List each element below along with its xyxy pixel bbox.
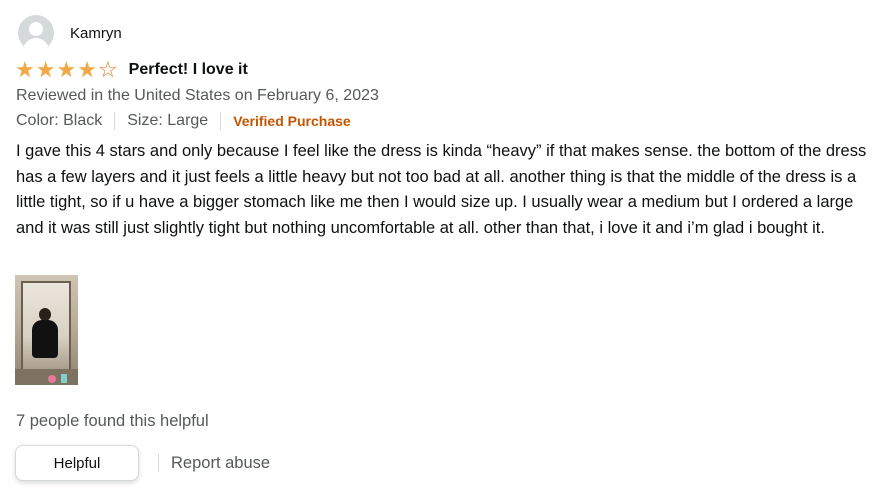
star-filled-icon: ★ <box>35 57 56 82</box>
report-abuse-link[interactable]: Report abuse <box>171 454 270 473</box>
verified-purchase-badge[interactable]: Verified Purchase <box>233 113 351 129</box>
helpful-count: 7 people found this helpful <box>16 412 209 430</box>
review-photo-thumbnail[interactable] <box>15 275 78 385</box>
star-filled-icon: ★ <box>56 57 77 82</box>
customer-review: Kamryn ★ ★ ★ ★ ☆ Perfect! I love it Revi… <box>0 0 884 495</box>
review-date: Reviewed in the United States on Februar… <box>16 87 379 104</box>
default-avatar-icon <box>18 15 54 51</box>
divider <box>114 112 116 130</box>
reviewer-profile[interactable]: Kamryn <box>18 15 122 51</box>
review-body: I gave this 4 stars and only because I f… <box>16 142 867 237</box>
helpful-button[interactable]: Helpful <box>15 445 139 481</box>
star-filled-icon: ★ <box>77 57 97 82</box>
variant-size[interactable]: Size: Large <box>127 112 208 130</box>
star-rating[interactable]: ★ ★ ★ ★ ☆ <box>15 59 119 81</box>
divider <box>158 454 159 472</box>
divider <box>220 112 222 130</box>
variant-color[interactable]: Color: Black <box>16 112 102 130</box>
reviewer-name[interactable]: Kamryn <box>70 25 122 42</box>
review-actions: Helpful Report abuse <box>15 445 270 481</box>
review-title[interactable]: Perfect! I love it <box>129 61 248 79</box>
review-title-row: ★ ★ ★ ★ ☆ Perfect! I love it <box>15 59 248 81</box>
star-empty-icon: ☆ <box>97 57 118 82</box>
star-filled-icon: ★ <box>15 57 35 82</box>
review-meta: Color: Black Size: Large Verified Purcha… <box>16 112 351 130</box>
